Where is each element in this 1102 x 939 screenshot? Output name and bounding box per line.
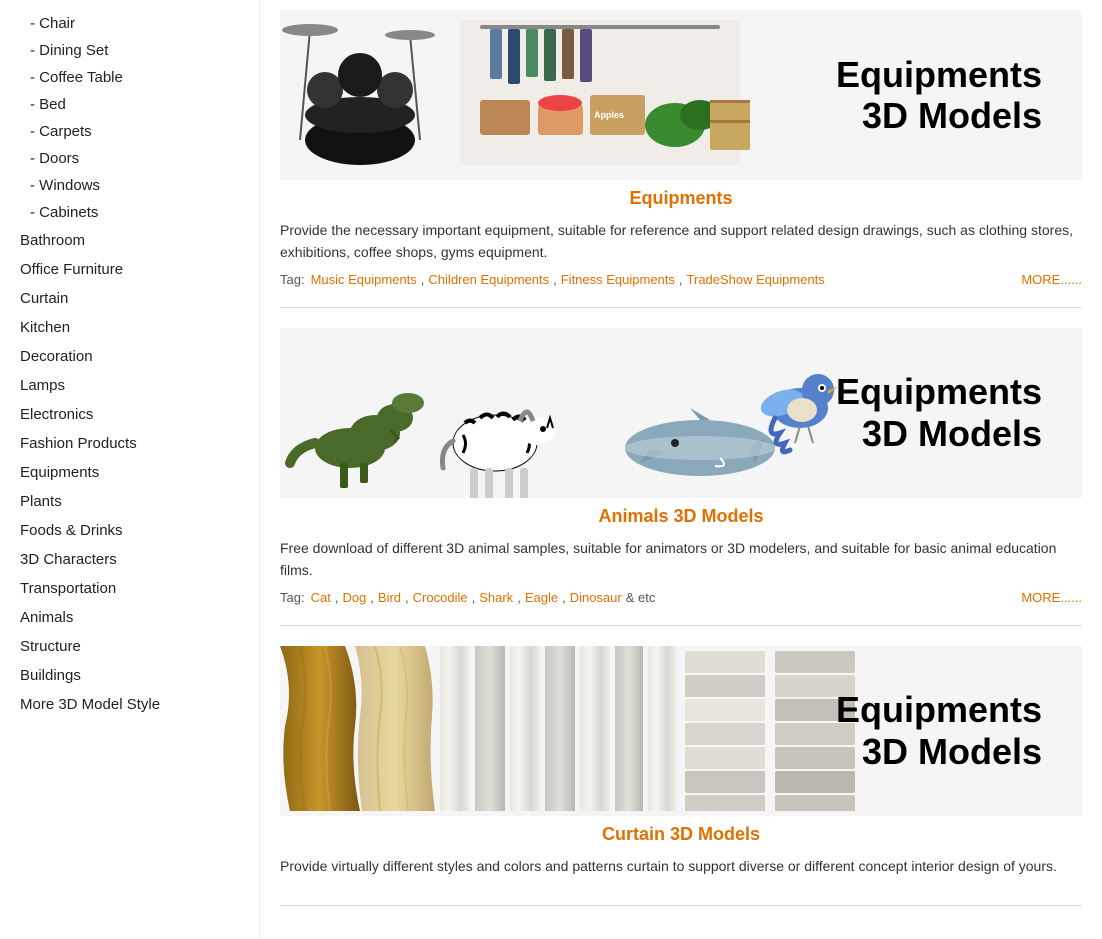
- sidebar-item-bathroom[interactable]: Bathroom: [20, 226, 259, 255]
- tag-separator: ,: [370, 590, 374, 605]
- tag-fitness-equipments[interactable]: Fitness Equipments: [561, 272, 675, 287]
- sidebar-item-equipments[interactable]: Equipments: [20, 458, 259, 487]
- category-title-overlay-equipments: Equipments3D Models: [836, 54, 1062, 137]
- sidebar-item-carpets[interactable]: - Carpets: [20, 118, 259, 145]
- tag-bird[interactable]: Bird: [378, 590, 401, 605]
- tag-music-equipments[interactable]: Music Equipments: [311, 272, 417, 287]
- category-block-animals: Equipments3D Models Animals 3D Models Free…: [280, 328, 1082, 626]
- tag-crocodile[interactable]: Crocodile: [413, 590, 468, 605]
- category-image-equipments: Apples Equipments3D Models: [280, 10, 1082, 180]
- sidebar-item-chair[interactable]: - Chair: [20, 10, 259, 37]
- sidebar-item-buildings[interactable]: Buildings: [20, 661, 259, 690]
- tags-row-equipments: Tag: Music Equipments , Children Equipme…: [280, 272, 1082, 287]
- category-link-curtain[interactable]: Curtain 3D Models: [280, 824, 1082, 845]
- tag-eagle[interactable]: Eagle: [525, 590, 558, 605]
- tag-shark[interactable]: Shark: [479, 590, 513, 605]
- category-block-curtain: Equipments3D Models Curtain 3D Models Prov…: [280, 646, 1082, 906]
- main-content: Apples Equipments3D Models Equipments Prov…: [260, 0, 1102, 939]
- tag-tradeshow-equipments[interactable]: TradeShow Equipments: [687, 272, 825, 287]
- sidebar-item-foods-drinks[interactable]: Foods & Drinks: [20, 516, 259, 545]
- category-image-curtain: Equipments3D Models: [280, 646, 1082, 816]
- sidebar-item-kitchen[interactable]: Kitchen: [20, 313, 259, 342]
- tag-separator: ,: [679, 272, 683, 287]
- sidebar-item-doors[interactable]: - Doors: [20, 145, 259, 172]
- sidebar-item-decoration[interactable]: Decoration: [20, 342, 259, 371]
- sidebar-item-plants[interactable]: Plants: [20, 487, 259, 516]
- tag-separator: ,: [335, 590, 339, 605]
- sidebar-item-dining-set[interactable]: - Dining Set: [20, 37, 259, 64]
- tag-dog[interactable]: Dog: [342, 590, 366, 605]
- sidebar-item-electronics[interactable]: Electronics: [20, 400, 259, 429]
- sidebar-item-transportation[interactable]: Transportation: [20, 574, 259, 603]
- category-description-curtain: Provide virtually different styles and c…: [280, 855, 1082, 877]
- sidebar: - Chair- Dining Set- Coffee Table- Bed- …: [0, 0, 260, 939]
- category-description-animals: Free download of different 3D animal sam…: [280, 537, 1082, 582]
- category-link-equipments[interactable]: Equipments: [280, 188, 1082, 209]
- sidebar-item-lamps[interactable]: Lamps: [20, 371, 259, 400]
- tag-separator: ,: [553, 272, 557, 287]
- category-title-overlay-curtain: Equipments3D Models: [836, 689, 1062, 772]
- sidebar-item-windows[interactable]: - Windows: [20, 172, 259, 199]
- tag-cat[interactable]: Cat: [311, 590, 331, 605]
- tag-separator: ,: [421, 272, 425, 287]
- more-link-animals[interactable]: MORE......: [1021, 590, 1082, 605]
- svg-text:Apples: Apples: [594, 110, 624, 120]
- tags-row-animals: Tag: Cat , Dog , Bird , Crocodile , Shar…: [280, 590, 1082, 605]
- tag-label-equipments: Tag:: [280, 272, 305, 287]
- sidebar-item-animals[interactable]: Animals: [20, 603, 259, 632]
- category-description-equipments: Provide the necessary important equipmen…: [280, 219, 1082, 264]
- category-image-animals: Equipments3D Models: [280, 328, 1082, 498]
- sidebar-item-curtain[interactable]: Curtain: [20, 284, 259, 313]
- category-block-equipments: Apples Equipments3D Models Equipments Prov…: [280, 10, 1082, 308]
- tag-separator: ,: [472, 590, 476, 605]
- sidebar-item-3d-characters[interactable]: 3D Characters: [20, 545, 259, 574]
- sidebar-item-more-3d[interactable]: More 3D Model Style: [20, 690, 259, 719]
- sidebar-item-coffee-table[interactable]: - Coffee Table: [20, 64, 259, 91]
- more-link-equipments[interactable]: MORE......: [1021, 272, 1082, 287]
- tag-label-animals: Tag:: [280, 590, 305, 605]
- tag-separator: ,: [405, 590, 409, 605]
- tag-separator: ,: [517, 590, 521, 605]
- tag-dinosaur[interactable]: Dinosaur: [570, 590, 622, 605]
- sidebar-item-cabinets[interactable]: - Cabinets: [20, 199, 259, 226]
- sidebar-item-office-furniture[interactable]: Office Furniture: [20, 255, 259, 284]
- category-title-overlay-animals: Equipments3D Models: [836, 371, 1062, 454]
- tag-separator: ,: [562, 590, 566, 605]
- sidebar-item-structure[interactable]: Structure: [20, 632, 259, 661]
- tag-suffix: & etc: [626, 590, 656, 605]
- sidebar-item-fashion-products[interactable]: Fashion Products: [20, 429, 259, 458]
- sidebar-item-bed[interactable]: - Bed: [20, 91, 259, 118]
- tag-children-equipments[interactable]: Children Equipments: [428, 272, 549, 287]
- category-link-animals[interactable]: Animals 3D Models: [280, 506, 1082, 527]
